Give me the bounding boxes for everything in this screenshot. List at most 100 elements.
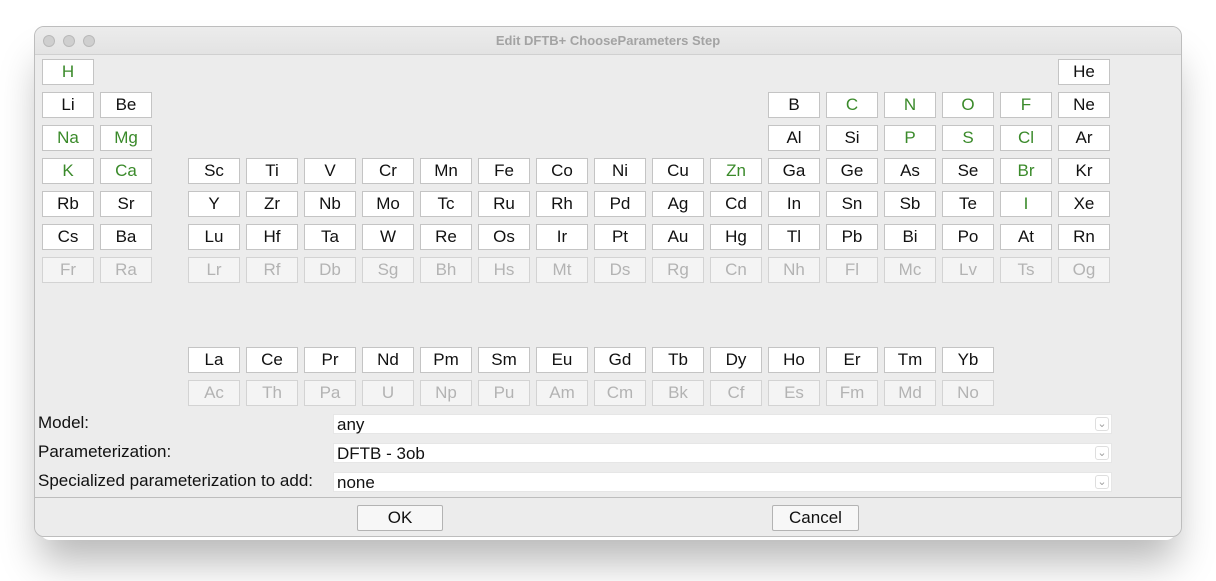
element-button-po[interactable]: Po	[942, 224, 994, 250]
element-button-mg[interactable]: Mg	[100, 125, 152, 151]
element-button-md: Md	[884, 380, 936, 406]
element-button-ru[interactable]: Ru	[478, 191, 530, 217]
element-button-pd[interactable]: Pd	[594, 191, 646, 217]
element-button-sg: Sg	[362, 257, 414, 283]
element-button-os[interactable]: Os	[478, 224, 530, 250]
element-button-y[interactable]: Y	[188, 191, 240, 217]
element-button-ca[interactable]: Ca	[100, 158, 152, 184]
element-button-as[interactable]: As	[884, 158, 936, 184]
element-button-rf: Rf	[246, 257, 298, 283]
element-button-cs[interactable]: Cs	[42, 224, 94, 250]
element-button-si[interactable]: Si	[826, 125, 878, 151]
window-title: Edit DFTB+ ChooseParameters Step	[495, 33, 721, 48]
element-button-zn[interactable]: Zn	[710, 158, 762, 184]
element-button-lu[interactable]: Lu	[188, 224, 240, 250]
element-button-ta[interactable]: Ta	[304, 224, 356, 250]
element-button-hf[interactable]: Hf	[246, 224, 298, 250]
element-button-mn[interactable]: Mn	[420, 158, 472, 184]
element-button-ge[interactable]: Ge	[826, 158, 878, 184]
element-button-at[interactable]: At	[1000, 224, 1052, 250]
element-button-pm[interactable]: Pm	[420, 347, 472, 373]
model-select[interactable]: any ⌄	[333, 414, 1112, 434]
element-button-br[interactable]: Br	[1000, 158, 1052, 184]
element-button-bi[interactable]: Bi	[884, 224, 936, 250]
element-button-o[interactable]: O	[942, 92, 994, 118]
element-button-tb[interactable]: Tb	[652, 347, 704, 373]
element-button-ba[interactable]: Ba	[100, 224, 152, 250]
ok-button[interactable]: OK	[357, 505, 443, 531]
element-button-ne[interactable]: Ne	[1058, 92, 1110, 118]
element-button-am: Am	[536, 380, 588, 406]
element-button-pr[interactable]: Pr	[304, 347, 356, 373]
element-button-dy[interactable]: Dy	[710, 347, 762, 373]
element-button-xe[interactable]: Xe	[1058, 191, 1110, 217]
element-button-in[interactable]: In	[768, 191, 820, 217]
element-button-sn[interactable]: Sn	[826, 191, 878, 217]
element-button-au[interactable]: Au	[652, 224, 704, 250]
element-button-sr[interactable]: Sr	[100, 191, 152, 217]
element-button-ni[interactable]: Ni	[594, 158, 646, 184]
element-button-rb[interactable]: Rb	[42, 191, 94, 217]
element-button-k[interactable]: K	[42, 158, 94, 184]
element-button-pb[interactable]: Pb	[826, 224, 878, 250]
parameterization-select[interactable]: DFTB - 3ob ⌄	[333, 443, 1112, 463]
element-button-i[interactable]: I	[1000, 191, 1052, 217]
cancel-button[interactable]: Cancel	[772, 505, 859, 531]
element-button-te[interactable]: Te	[942, 191, 994, 217]
element-button-w[interactable]: W	[362, 224, 414, 250]
element-button-sb[interactable]: Sb	[884, 191, 936, 217]
element-button-sc[interactable]: Sc	[188, 158, 240, 184]
element-button-rn[interactable]: Rn	[1058, 224, 1110, 250]
element-button-ho[interactable]: Ho	[768, 347, 820, 373]
specialized-select[interactable]: none ⌄	[333, 472, 1112, 492]
element-button-bk: Bk	[652, 380, 704, 406]
element-button-al[interactable]: Al	[768, 125, 820, 151]
element-button-tm[interactable]: Tm	[884, 347, 936, 373]
element-button-sm[interactable]: Sm	[478, 347, 530, 373]
element-button-er[interactable]: Er	[826, 347, 878, 373]
element-button-cr[interactable]: Cr	[362, 158, 414, 184]
element-button-c[interactable]: C	[826, 92, 878, 118]
element-button-ti[interactable]: Ti	[246, 158, 298, 184]
element-button-f[interactable]: F	[1000, 92, 1052, 118]
element-button-ce[interactable]: Ce	[246, 347, 298, 373]
element-button-co[interactable]: Co	[536, 158, 588, 184]
element-button-fe[interactable]: Fe	[478, 158, 530, 184]
element-button-gd[interactable]: Gd	[594, 347, 646, 373]
element-button-b[interactable]: B	[768, 92, 820, 118]
element-button-s[interactable]: S	[942, 125, 994, 151]
element-button-cu[interactable]: Cu	[652, 158, 704, 184]
element-button-pt[interactable]: Pt	[594, 224, 646, 250]
element-button-zr[interactable]: Zr	[246, 191, 298, 217]
element-button-eu[interactable]: Eu	[536, 347, 588, 373]
element-button-kr[interactable]: Kr	[1058, 158, 1110, 184]
element-button-la[interactable]: La	[188, 347, 240, 373]
element-button-re[interactable]: Re	[420, 224, 472, 250]
element-button-he[interactable]: He	[1058, 59, 1110, 85]
element-button-hg[interactable]: Hg	[710, 224, 762, 250]
element-button-li[interactable]: Li	[42, 92, 94, 118]
element-button-ga[interactable]: Ga	[768, 158, 820, 184]
element-button-cl[interactable]: Cl	[1000, 125, 1052, 151]
specialized-label: Specialized parameterization to add:	[38, 471, 313, 490]
element-button-rh[interactable]: Rh	[536, 191, 588, 217]
element-button-h[interactable]: H	[42, 59, 94, 85]
element-button-p[interactable]: P	[884, 125, 936, 151]
element-button-se[interactable]: Se	[942, 158, 994, 184]
element-button-ar[interactable]: Ar	[1058, 125, 1110, 151]
element-button-nd[interactable]: Nd	[362, 347, 414, 373]
element-button-tl[interactable]: Tl	[768, 224, 820, 250]
element-button-na[interactable]: Na	[42, 125, 94, 151]
title-bar[interactable]: Edit DFTB+ ChooseParameters Step	[35, 27, 1181, 55]
element-button-yb[interactable]: Yb	[942, 347, 994, 373]
element-button-ag[interactable]: Ag	[652, 191, 704, 217]
element-button-nb[interactable]: Nb	[304, 191, 356, 217]
model-select-value: any	[337, 415, 365, 434]
element-button-n[interactable]: N	[884, 92, 936, 118]
element-button-tc[interactable]: Tc	[420, 191, 472, 217]
element-button-v[interactable]: V	[304, 158, 356, 184]
element-button-cd[interactable]: Cd	[710, 191, 762, 217]
element-button-be[interactable]: Be	[100, 92, 152, 118]
element-button-ir[interactable]: Ir	[536, 224, 588, 250]
element-button-mo[interactable]: Mo	[362, 191, 414, 217]
